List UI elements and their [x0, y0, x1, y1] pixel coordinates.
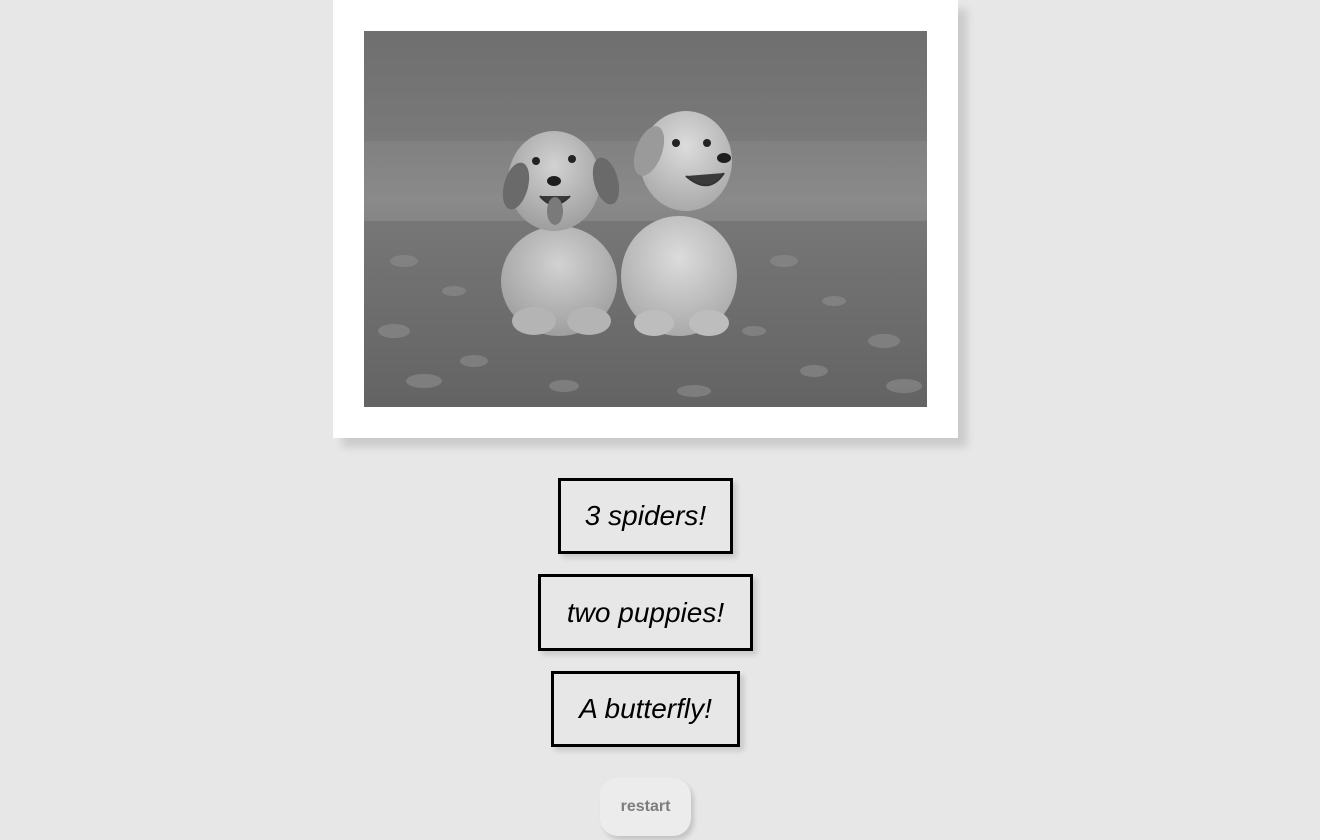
answer-button-butterfly[interactable]: A butterfly! [551, 671, 740, 747]
restart-button[interactable]: restart [600, 778, 691, 836]
photo-card [333, 0, 958, 438]
restart-label: restart [620, 798, 671, 815]
answer-label: 3 spiders! [584, 500, 707, 531]
answer-label: A butterfly! [579, 693, 712, 724]
answer-button-spiders[interactable]: 3 spiders! [558, 478, 733, 554]
answer-button-puppies[interactable]: two puppies! [538, 574, 753, 651]
two-puppies-photo-icon [364, 31, 927, 407]
answer-label: two puppies! [566, 596, 725, 628]
quiz-stage: 3 spiders! two puppies! A butterfly! res… [0, 0, 1320, 840]
